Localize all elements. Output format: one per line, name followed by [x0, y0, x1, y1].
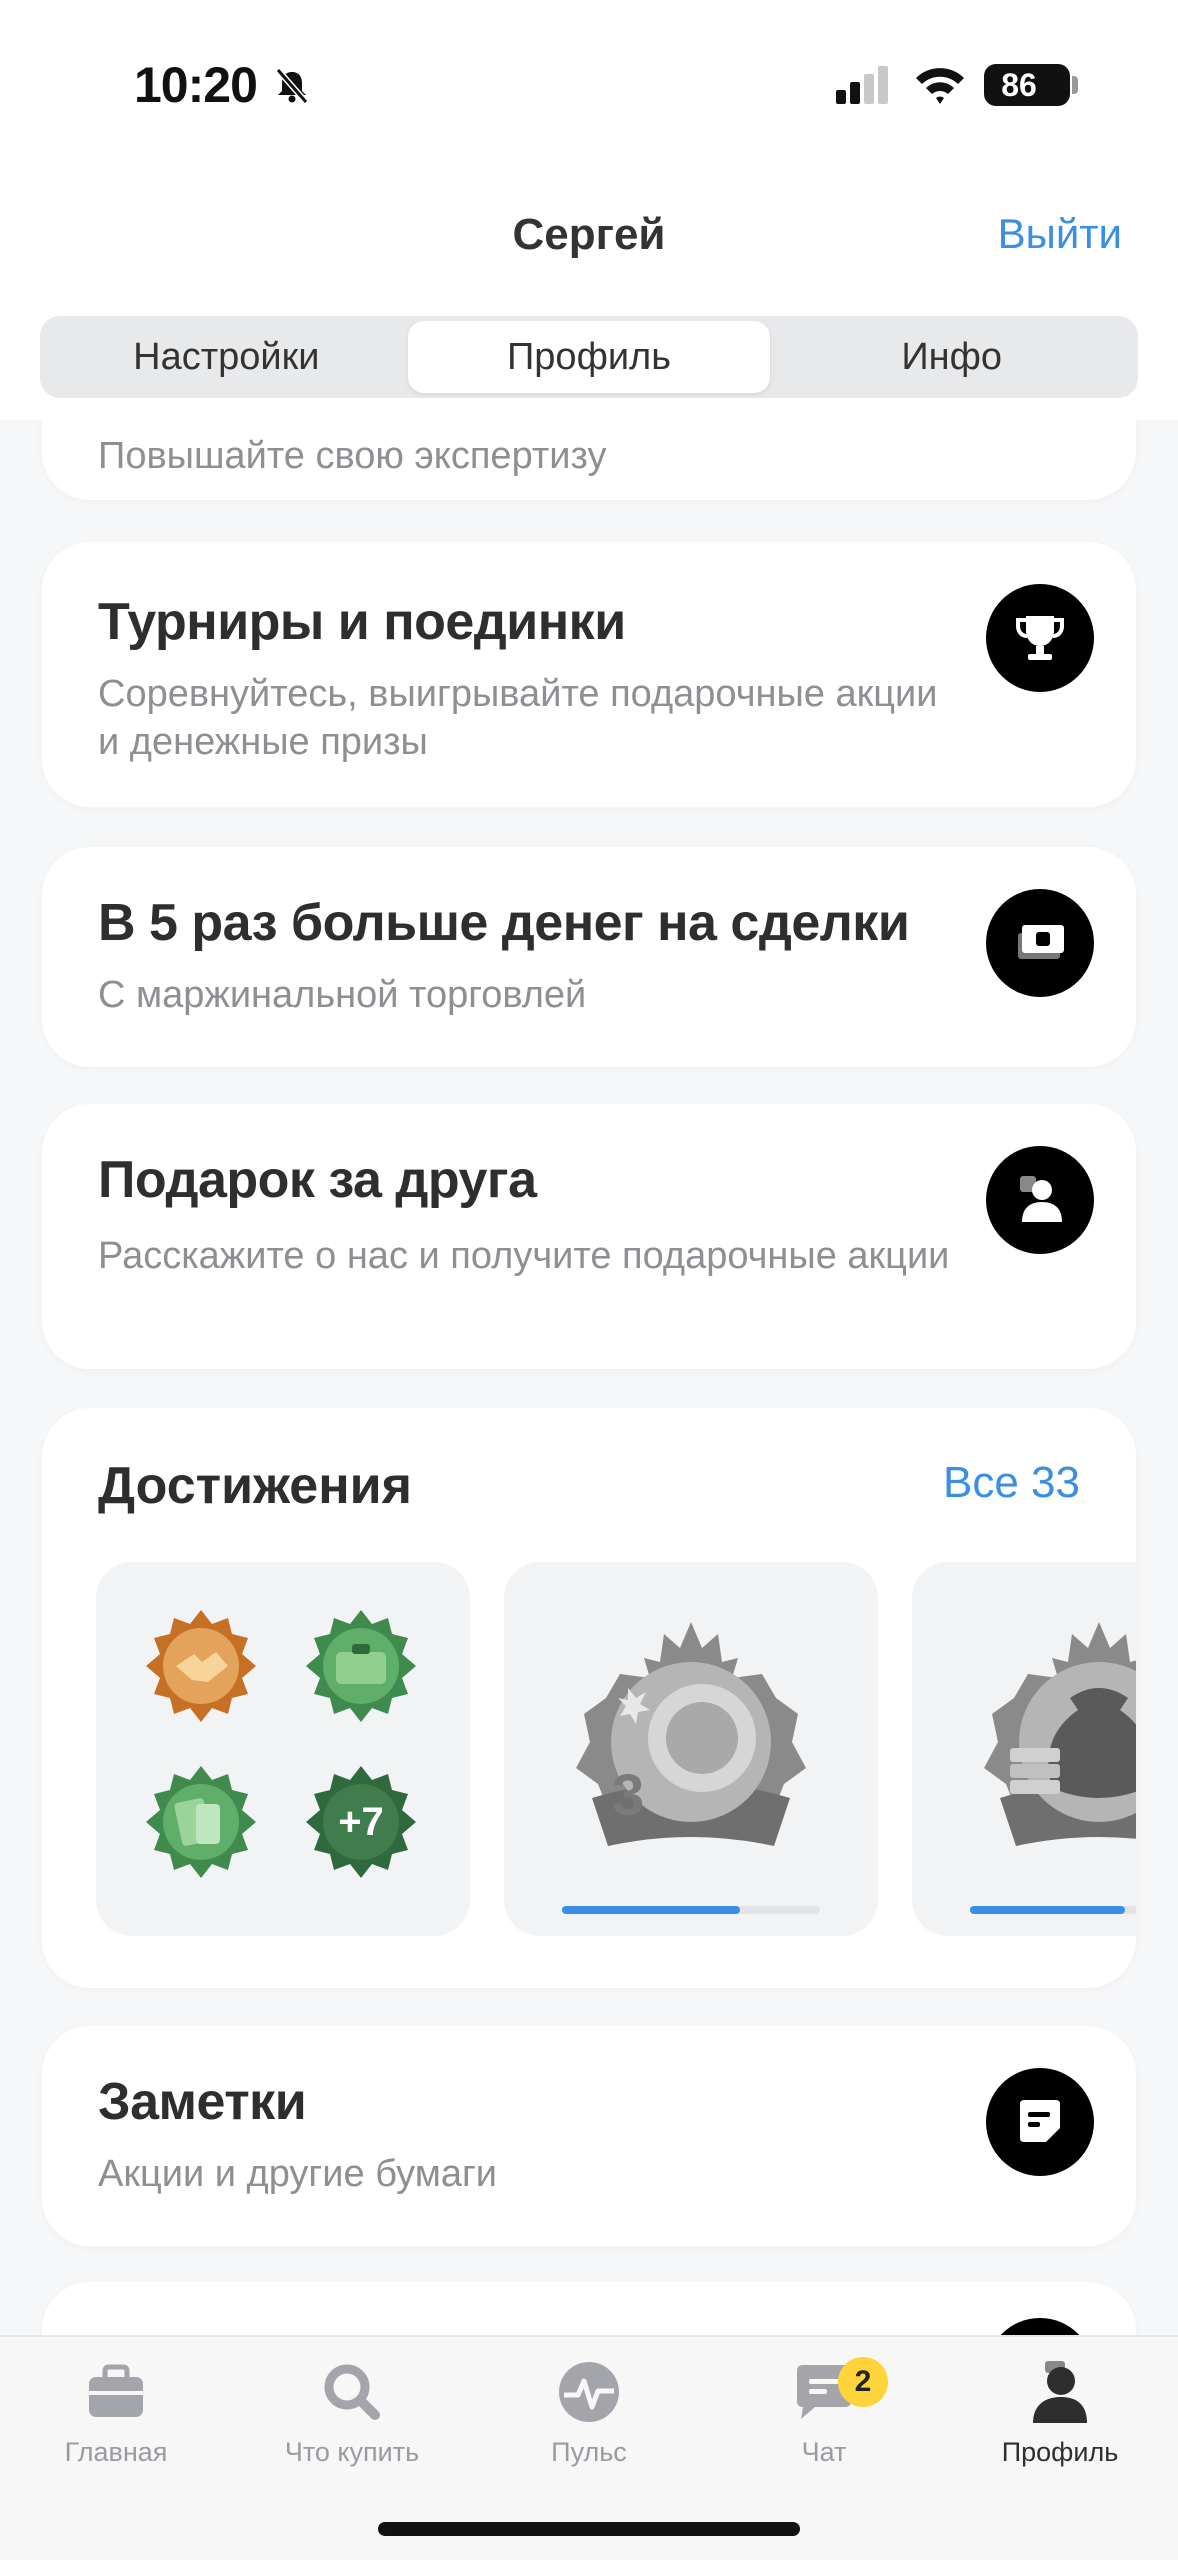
more-badges-count: +7: [338, 1800, 384, 1844]
profile-scroll-area[interactable]: Повышайте свою экспертизу Турниры и поед…: [0, 420, 1178, 2335]
achievement-group-tile[interactable]: +7: [96, 1562, 470, 1936]
tab-home[interactable]: Главная: [16, 2357, 216, 2497]
coin-badge-number: 3: [612, 1763, 645, 1828]
expertise-card-subtitle: Повышайте свою экспертизу: [98, 435, 607, 477]
next-card-icon: [986, 2318, 1094, 2335]
friend-icon: [986, 1146, 1094, 1254]
tab-chat-label: Чат: [801, 2437, 847, 2467]
tournaments-card-title: Турниры и поединки: [98, 593, 626, 651]
segmented-control: Настройки Профиль Инфо: [40, 316, 1138, 398]
next-card-partial[interactable]: [42, 2282, 1136, 2335]
tab-home-label: Главная: [64, 2437, 168, 2467]
money-bag-achievement-icon: [984, 1622, 1136, 1846]
tab-profile-nav[interactable]: Профиль: [960, 2357, 1160, 2497]
referral-card-title: Подарок за друга: [98, 1151, 537, 1209]
money-icon: [986, 889, 1094, 997]
referral-card[interactable]: Подарок за друга Расскажите о нас и полу…: [42, 1104, 1136, 1369]
logout-button[interactable]: Выйти: [998, 210, 1122, 258]
coin-achievement-icon: [576, 1622, 806, 1846]
status-time: 10:20: [134, 57, 258, 113]
achievements-card: Достижения Все 33 +7 3: [42, 1408, 1136, 1988]
handshake-badge-icon: [146, 1610, 256, 1722]
achievement-progress-1: [562, 1906, 820, 1914]
tab-pulse[interactable]: Пульс: [489, 2357, 689, 2497]
briefcase-badge-icon: [306, 1610, 416, 1722]
battery-tip: [1072, 76, 1078, 94]
home-indicator: [378, 2522, 800, 2536]
profile-icon: [1033, 2361, 1087, 2423]
referral-card-subtitle: Расскажите о нас и получите подарочные а…: [98, 1235, 950, 1277]
margin-card-title: В 5 раз больше денег на сделки: [98, 894, 910, 952]
margin-card-subtitle: С маржинальной торговлей: [98, 974, 587, 1016]
tab-what-to-buy-label: Что купить: [284, 2437, 420, 2467]
notes-card-subtitle: Акции и другие бумаги: [98, 2153, 498, 2195]
search-icon: [324, 2364, 380, 2420]
battery-indicator: 86: [984, 64, 1070, 106]
notes-card-title: Заметки: [98, 2073, 307, 2131]
cellular-signal-icon: [836, 66, 888, 104]
wifi-icon: [916, 68, 964, 104]
profile-header: Сергей Выйти Настройки Профиль Инфо: [0, 170, 1178, 420]
tab-pulse-label: Пульс: [551, 2437, 627, 2467]
achievement-progress-fill-2: [970, 1906, 1125, 1914]
notes-icon: [986, 2068, 1094, 2176]
money-stack-badge-icon: [146, 1766, 256, 1878]
tab-profile[interactable]: Профиль: [407, 321, 771, 393]
expertise-card[interactable]: Повышайте свою экспертизу: [42, 420, 1136, 500]
achievements-all-link[interactable]: Все 33: [943, 1458, 1080, 1508]
achievement-tile-moneybag[interactable]: [912, 1562, 1136, 1936]
tab-what-to-buy[interactable]: Что купить: [252, 2357, 452, 2497]
trophy-icon: [986, 584, 1094, 692]
briefcase-icon: [89, 2364, 143, 2417]
tab-info[interactable]: Инфо: [770, 321, 1133, 393]
notes-card[interactable]: Заметки Акции и другие бумаги: [42, 2026, 1136, 2246]
tab-chat[interactable]: Чат 2: [724, 2357, 924, 2497]
tab-profile-label: Профиль: [1001, 2437, 1119, 2467]
margin-trading-card[interactable]: В 5 раз больше денег на сделки С маржина…: [42, 847, 1136, 1067]
tournaments-card[interactable]: Турниры и поединки Соревнуйтесь, выигрыв…: [42, 542, 1136, 807]
pulse-icon: [559, 2362, 619, 2422]
achievement-tile-coin[interactable]: 3: [504, 1562, 878, 1936]
status-bar: 10:20 86: [0, 0, 1178, 170]
achievement-progress-2: [970, 1906, 1136, 1914]
battery-level: 86: [1001, 67, 1037, 103]
bell-mute-icon: [275, 68, 309, 104]
tournaments-card-subtitle: Соревнуйтесь, выигрывайте подарочные акц…: [98, 673, 938, 763]
tab-settings[interactable]: Настройки: [45, 321, 408, 393]
chat-unread-badge: 2: [838, 2357, 888, 2407]
achievement-progress-fill-1: [562, 1906, 741, 1914]
achievements-title: Достижения: [98, 1457, 412, 1515]
